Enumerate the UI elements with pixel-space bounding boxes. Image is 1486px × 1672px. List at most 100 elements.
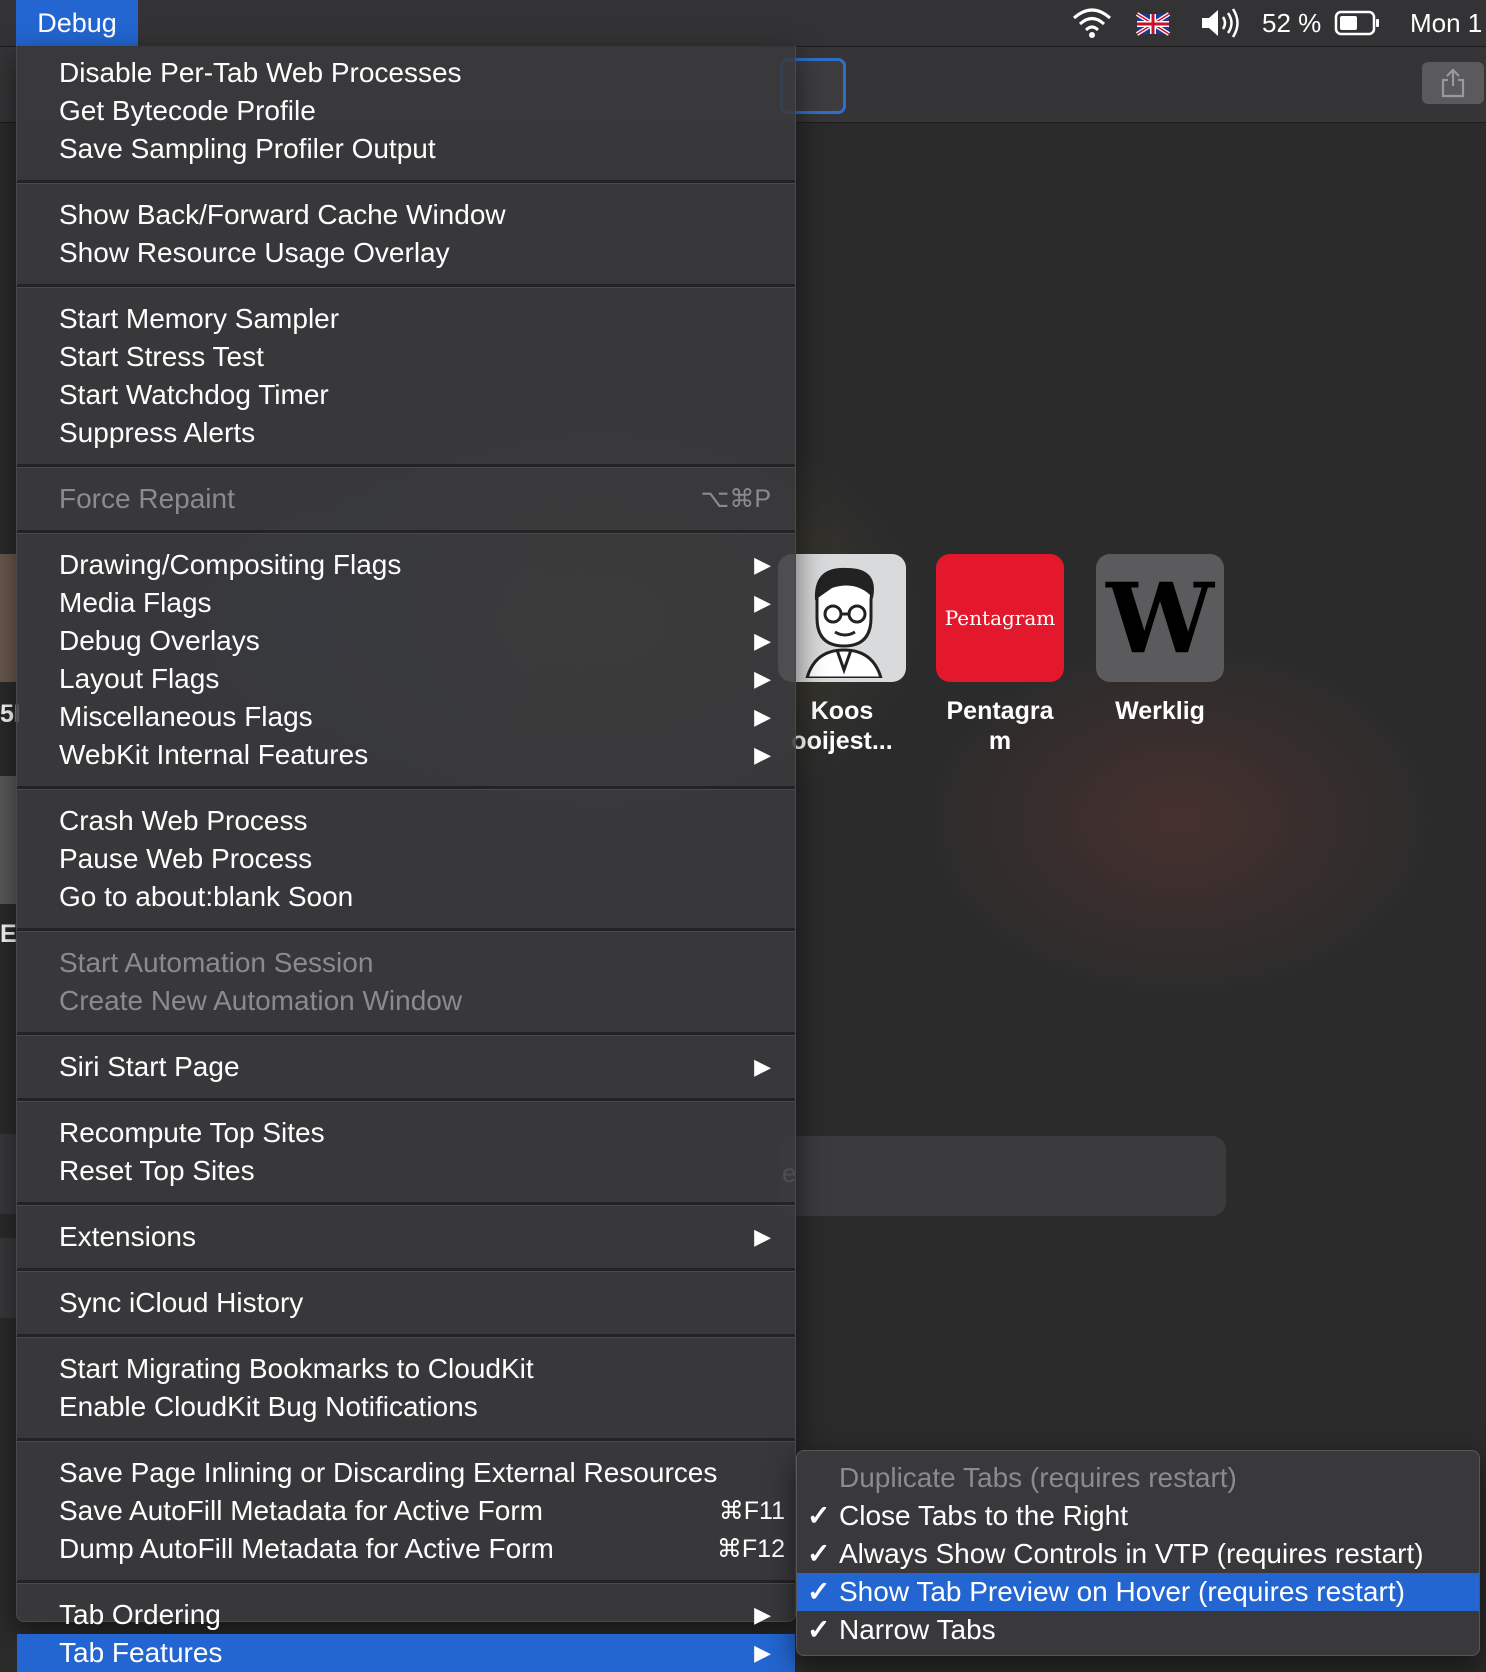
checkmark-icon: ✓ (807, 1538, 831, 1569)
menu-item-disable-per-tab-web-processes[interactable]: Disable Per-Tab Web Processes (17, 54, 795, 92)
menu-item-save-sampling-profiler-output[interactable]: Save Sampling Profiler Output (17, 130, 795, 168)
submenu-item-show-tab-preview-on-hover-requires-restart[interactable]: ✓ Show Tab Preview on Hover (requires res… (797, 1573, 1479, 1611)
menu-item-drawing-compositing-flags[interactable]: Drawing/Compositing Flags ▶ (17, 546, 795, 584)
favorite-tile-partial[interactable] (0, 554, 16, 682)
menu-item-label: Extensions (59, 1221, 196, 1252)
menu-separator (17, 1032, 795, 1036)
submenu-item-close-tabs-to-the-right[interactable]: ✓ Close Tabs to the Right (797, 1497, 1479, 1535)
checkmark-icon: ✓ (807, 1500, 831, 1531)
checkmark-icon: ✓ (807, 1576, 831, 1607)
keyboard-shortcut: ⌘F11 (718, 1497, 785, 1525)
menu-item-label: Show Back/Forward Cache Window (59, 199, 506, 230)
menu-separator (17, 1268, 795, 1272)
menu-debug[interactable]: Debug (16, 0, 138, 46)
submenu-item-label: Always Show Controls in VTP (requires re… (839, 1538, 1424, 1569)
tab-features-submenu: Duplicate Tabs (requires restart) ✓ Close … (796, 1450, 1480, 1656)
menu-item-siri-start-page[interactable]: Siri Start Page ▶ (17, 1048, 795, 1086)
submenu-item-always-show-controls-in-vtp-requires-restart[interactable]: ✓ Always Show Controls in VTP (requires r… (797, 1535, 1479, 1573)
menu-item-label: Siri Start Page (59, 1051, 240, 1082)
pentagram-logo-icon: Pentagram (936, 554, 1064, 682)
submenu-item-label: Narrow Tabs (839, 1614, 996, 1645)
battery-percent[interactable]: 52 % (1262, 0, 1321, 46)
menu-item-debug-overlays[interactable]: Debug Overlays ▶ (17, 622, 795, 660)
favorite-label: Koos ooijest... (791, 697, 893, 755)
menu-item-pause-web-process[interactable]: Pause Web Process (17, 840, 795, 878)
menu-item-enable-cloudkit-bug-notifications[interactable]: Enable CloudKit Bug Notifications (17, 1388, 795, 1426)
menu-item-label: Save Page Inlining or Discarding Externa… (59, 1457, 718, 1488)
reading-list-item-partial[interactable] (0, 1134, 16, 1214)
submenu-item-label: Show Tab Preview on Hover (requires rest… (839, 1576, 1405, 1607)
menu-item-extensions[interactable]: Extensions ▶ (17, 1218, 795, 1256)
menu-item-show-resource-usage-overlay[interactable]: Show Resource Usage Overlay (17, 234, 795, 272)
menu-item-label: Start Stress Test (59, 341, 264, 372)
menu-item-tab-features[interactable]: Tab Features ▶ (17, 1634, 795, 1672)
menu-item-start-watchdog-timer[interactable]: Start Watchdog Timer (17, 376, 795, 414)
menu-item-layout-flags[interactable]: Layout Flags ▶ (17, 660, 795, 698)
submenu-arrow-icon: ▶ (754, 1224, 771, 1249)
menu-bar-clock[interactable]: Mon 1 (1410, 0, 1482, 46)
menu-item-save-autofill-metadata-for-active-form[interactable]: Save AutoFill Metadata for Active Form ⌘F… (17, 1492, 795, 1530)
favorite-tile-partial[interactable] (0, 776, 16, 904)
menu-item-crash-web-process[interactable]: Crash Web Process (17, 802, 795, 840)
menu-item-start-migrating-bookmarks-to-cloudkit[interactable]: Start Migrating Bookmarks to CloudKit (17, 1350, 795, 1388)
battery-icon[interactable] (1334, 0, 1382, 46)
reading-list-item-partial[interactable] (0, 1238, 16, 1318)
menu-separator (17, 284, 795, 288)
share-button[interactable] (1422, 62, 1484, 104)
menu-item-suppress-alerts[interactable]: Suppress Alerts (17, 414, 795, 452)
menu-item-reset-top-sites[interactable]: Reset Top Sites (17, 1152, 795, 1190)
menu-bar: Debug 52 % Mon 1 (0, 0, 1486, 47)
menu-item-sync-icloud-history[interactable]: Sync iCloud History (17, 1284, 795, 1322)
favorite-pentagram[interactable]: Pentagram Pentagra m (936, 554, 1064, 756)
favorite-werklig[interactable]: W Werklig (1096, 554, 1224, 726)
start-page-search-card[interactable]: e (780, 1136, 1226, 1216)
menu-item-label: Go to about:blank Soon (59, 881, 354, 912)
menu-item-label: Suppress Alerts (59, 417, 256, 448)
menu-item-start-memory-sampler[interactable]: Start Memory Sampler (17, 300, 795, 338)
favorite-koos[interactable]: Koos ooijest... (778, 554, 906, 756)
menu-item-label: Sync iCloud History (59, 1287, 304, 1318)
menu-item-label: Drawing/Compositing Flags (59, 549, 402, 580)
submenu-arrow-icon: ▶ (754, 742, 771, 767)
keyboard-shortcut: ⌥⌘P (700, 485, 771, 513)
submenu-arrow-icon: ▶ (754, 590, 771, 615)
menu-separator (17, 1098, 795, 1102)
menu-item-recompute-top-sites[interactable]: Recompute Top Sites (17, 1114, 795, 1152)
menu-item-save-page-inlining-or-discarding-external-resources[interactable]: Save Page Inlining or Discarding Externa… (17, 1454, 795, 1492)
menu-item-label: Save Sampling Profiler Output (59, 133, 436, 164)
menu-item-create-new-automation-window: Create New Automation Window (17, 982, 795, 1020)
menu-item-label: Get Bytecode Profile (59, 95, 316, 126)
menu-item-label: Show Resource Usage Overlay (59, 237, 450, 268)
checkmark-icon: ✓ (807, 1614, 831, 1645)
menu-item-label: Start Memory Sampler (59, 303, 340, 334)
submenu-arrow-icon: ▶ (754, 666, 771, 691)
menu-item-miscellaneous-flags[interactable]: Miscellaneous Flags ▶ (17, 698, 795, 736)
submenu-arrow-icon: ▶ (754, 1054, 771, 1079)
uk-flag-icon[interactable] (1135, 0, 1171, 46)
submenu-item-narrow-tabs[interactable]: ✓ Narrow Tabs (797, 1611, 1479, 1649)
submenu-arrow-icon: ▶ (754, 704, 771, 729)
submenu-arrow-icon: ▶ (754, 1602, 771, 1627)
menu-item-go-to-about-blank-soon[interactable]: Go to about:blank Soon (17, 878, 795, 916)
menu-item-dump-autofill-metadata-for-active-form[interactable]: Dump AutoFill Metadata for Active Form ⌘F… (17, 1530, 795, 1568)
menu-separator (17, 786, 795, 790)
menu-item-get-bytecode-profile[interactable]: Get Bytecode Profile (17, 92, 795, 130)
volume-icon[interactable] (1198, 0, 1244, 46)
menu-item-tab-ordering[interactable]: Tab Ordering ▶ (17, 1596, 795, 1634)
menu-item-show-back-forward-cache-window[interactable]: Show Back/Forward Cache Window (17, 196, 795, 234)
menu-item-start-stress-test[interactable]: Start Stress Test (17, 338, 795, 376)
menu-item-start-automation-session: Start Automation Session (17, 944, 795, 982)
favorite-label: Werklig (1115, 697, 1205, 725)
menu-item-webkit-internal-features[interactable]: WebKit Internal Features ▶ (17, 736, 795, 774)
debug-menu: Disable Per-Tab Web Processes Get Bytecod… (16, 46, 796, 1672)
wifi-icon[interactable] (1070, 0, 1114, 46)
menu-item-media-flags[interactable]: Media Flags ▶ (17, 584, 795, 622)
menu-item-label: Start Watchdog Timer (59, 379, 329, 410)
menu-separator (17, 1334, 795, 1338)
menu-item-label: Pause Web Process (59, 843, 313, 874)
share-icon (1441, 68, 1465, 98)
menu-separator (17, 1580, 795, 1584)
werklig-logo-icon: W (1096, 554, 1224, 682)
koos-avatar-icon (778, 554, 906, 682)
submenu-item-label: Close Tabs to the Right (839, 1500, 1128, 1531)
